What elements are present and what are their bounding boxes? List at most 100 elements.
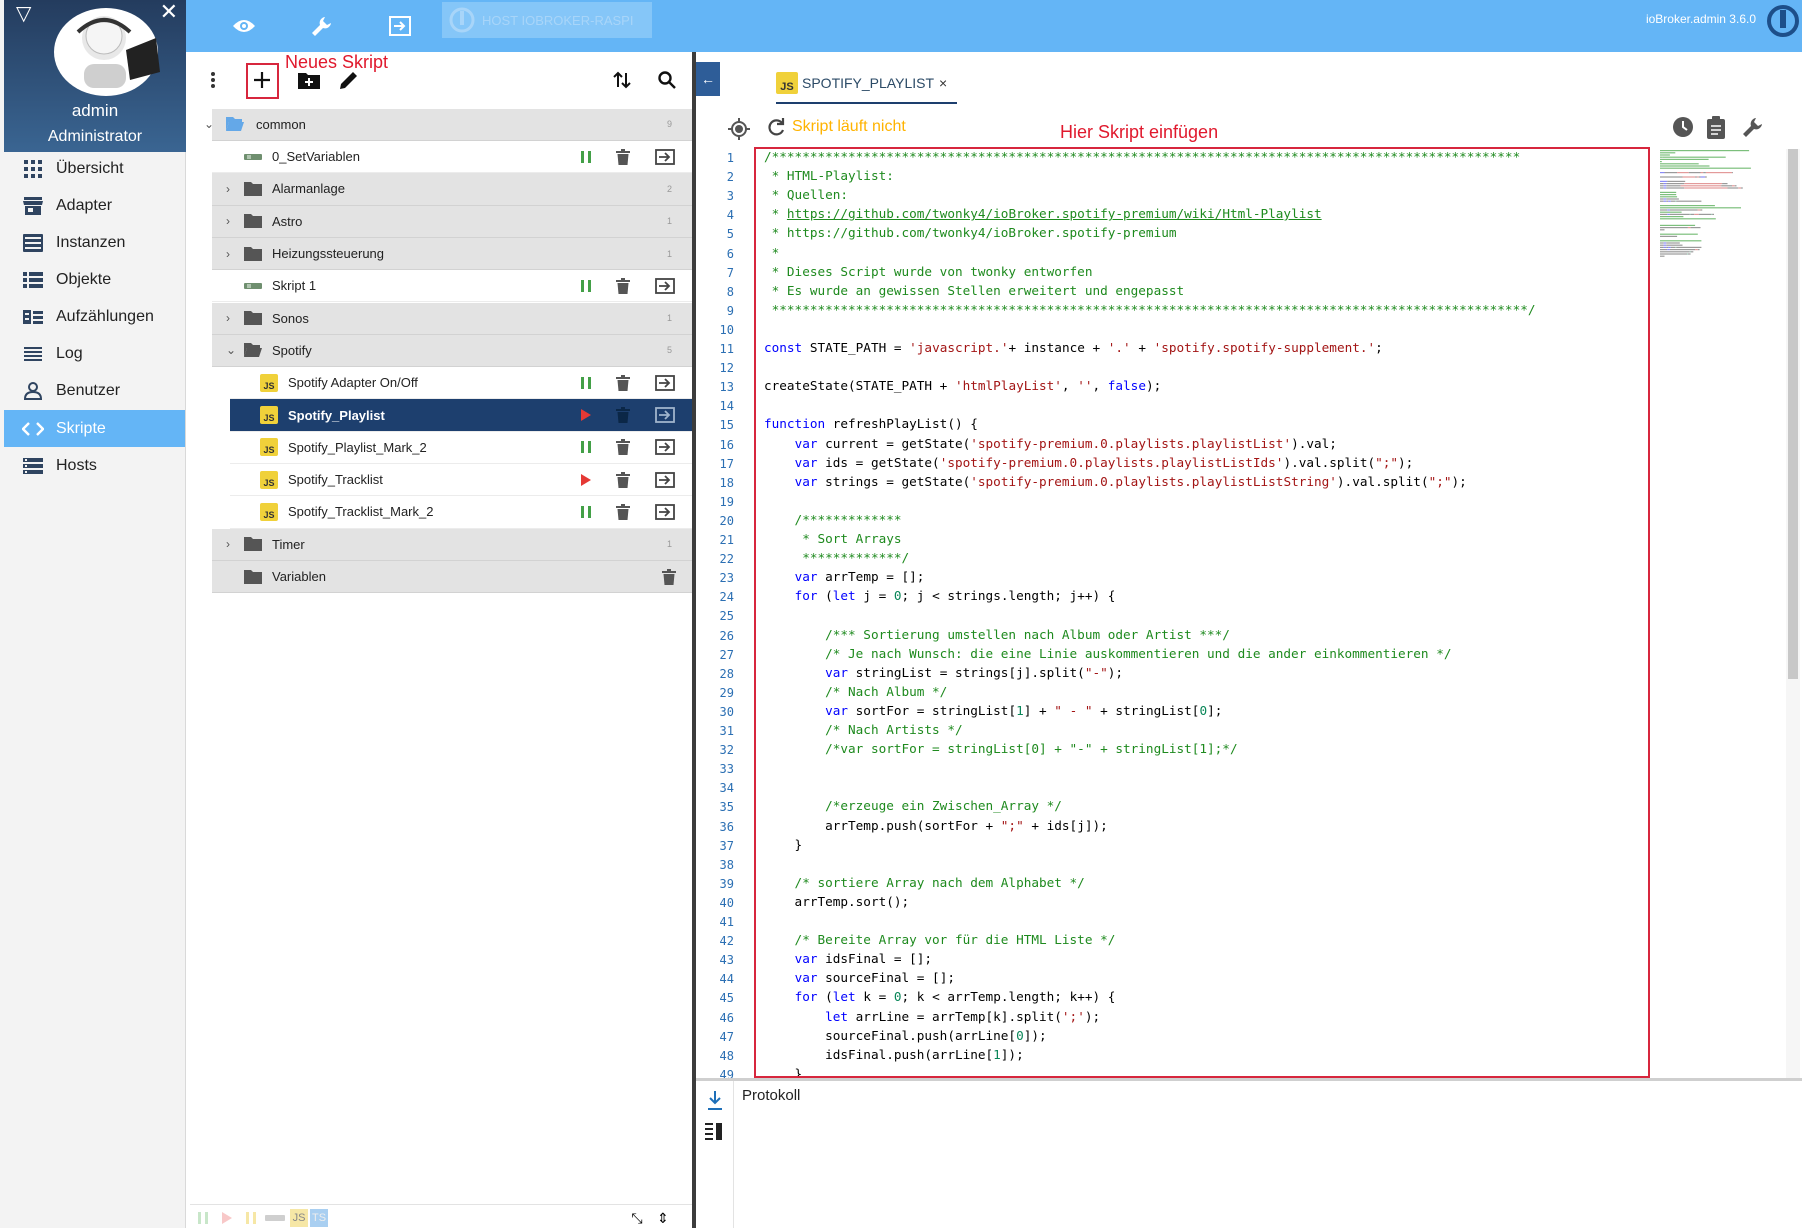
tree-script-spotify-tracklist-mark-2[interactable]: JS Spotify_Tracklist_Mark_2 — [230, 496, 692, 529]
tree-script-spotify-adapter-on-off[interactable]: JS Spotify Adapter On/Off — [230, 367, 692, 400]
chevron-down-icon[interactable]: ⌄ — [204, 117, 214, 131]
nav-item-instanzen[interactable]: Instanzen — [4, 224, 185, 261]
expand-all-icon[interactable]: ⇕ — [656, 1209, 670, 1227]
filter-running-icon[interactable] — [220, 1209, 234, 1227]
code-token: } — [764, 836, 803, 852]
chevron-right-icon[interactable]: › — [226, 182, 230, 196]
tree-folder-heizungssteuerung[interactable]: › Heizungssteuerung 1 — [212, 237, 692, 271]
nav-item-aufzaehlungen[interactable]: Aufzählungen — [4, 298, 185, 335]
menu-triangle-icon[interactable]: ▽ — [16, 4, 31, 24]
js-icon: JS — [260, 373, 278, 392]
export-icon[interactable] — [654, 372, 676, 394]
tree-folder-timer[interactable]: › Timer 1 — [212, 528, 692, 561]
minimap-line — [1700, 176, 1705, 178]
host-selector[interactable]: HOST IOBROKER-RASPI — [442, 2, 652, 38]
add-folder-button[interactable] — [294, 65, 324, 95]
minimap-line — [1660, 165, 1710, 167]
filter-paused-yellow-icon[interactable] — [244, 1209, 258, 1227]
chevron-down-icon[interactable]: ⌄ — [226, 343, 236, 357]
eye-icon[interactable] — [226, 8, 262, 44]
nav-label: Aufzählungen — [56, 307, 154, 325]
chevron-right-icon[interactable]: › — [226, 537, 230, 551]
collapse-tree-button[interactable]: ← — [696, 62, 720, 96]
delete-icon[interactable] — [658, 566, 680, 588]
delete-icon[interactable] — [612, 501, 634, 523]
minimap-line — [1660, 191, 1677, 193]
delete-icon[interactable] — [612, 436, 634, 458]
pause-icon[interactable] — [575, 146, 597, 168]
tree-script-spotify-tracklist[interactable]: JS Spotify_Tracklist — [230, 464, 692, 497]
tree-script-0-setvariablen[interactable]: 0_SetVariablen — [212, 141, 692, 174]
refresh-icon[interactable] — [766, 118, 786, 138]
more-vert-icon[interactable] — [198, 65, 228, 95]
tree-folder-common[interactable]: ⌄ common 9 — [204, 108, 692, 141]
export-icon[interactable] — [654, 501, 676, 523]
export-icon[interactable] — [654, 404, 676, 426]
filter-ts-badge[interactable]: TS — [310, 1209, 328, 1227]
tree-folder-spotify[interactable]: ⌄ Spotify 5 — [212, 334, 692, 368]
minimap-line — [1663, 246, 1667, 248]
chevron-right-icon[interactable]: › — [226, 214, 230, 228]
code-minimap[interactable] — [1656, 148, 1786, 358]
exit-icon[interactable] — [382, 8, 418, 44]
nav-item-log[interactable]: Log — [4, 335, 185, 372]
delete-icon[interactable] — [612, 146, 634, 168]
play-icon[interactable] — [575, 404, 597, 426]
close-icon[interactable]: × — [939, 75, 947, 91]
pause-icon[interactable] — [575, 436, 597, 458]
code-editor[interactable]: /***************************************… — [754, 147, 1650, 1078]
tree-label: Skript 1 — [272, 278, 317, 294]
minimap-line — [1660, 196, 1678, 198]
wrench-icon[interactable] — [1742, 116, 1764, 138]
wrench-icon[interactable] — [304, 8, 340, 44]
clock-icon[interactable] — [1672, 116, 1694, 138]
line-number: 22 — [719, 552, 734, 567]
editor-scrollbar[interactable] — [1786, 149, 1800, 1078]
delete-icon[interactable] — [612, 372, 634, 394]
export-icon[interactable] — [654, 275, 676, 297]
delete-icon[interactable] — [612, 404, 634, 426]
filter-js-badge[interactable]: JS — [290, 1209, 308, 1227]
play-icon[interactable] — [575, 469, 597, 491]
tree-folder-sonos[interactable]: › Sonos 1 — [212, 302, 692, 335]
nav-item-objekte[interactable]: Objekte — [4, 261, 185, 298]
chevron-right-icon[interactable]: › — [226, 311, 230, 325]
nav-item-benutzer[interactable]: Benutzer — [4, 372, 185, 409]
export-icon[interactable] — [654, 146, 676, 168]
minimap-line — [1722, 183, 1728, 185]
nav-item-uebersicht[interactable]: Übersicht — [4, 150, 185, 187]
log-lines-icon[interactable] — [705, 1121, 725, 1141]
nav-item-hosts[interactable]: Hosts — [4, 447, 185, 484]
tree-script-spotify-playlist[interactable]: JS Spotify_Playlist — [230, 399, 692, 432]
tree-folder-variablen[interactable]: Variablen — [212, 560, 692, 594]
tree-script-spotify-playlist-mark-2[interactable]: JS Spotify_Playlist_Mark_2 — [230, 432, 692, 464]
export-icon[interactable] — [654, 436, 676, 458]
tree-folder-alarmanlage[interactable]: › Alarmanlage 2 — [212, 173, 692, 206]
nav-item-skripte[interactable]: Skripte — [4, 410, 185, 447]
filter-paused-icon[interactable] — [196, 1209, 210, 1227]
close-icon[interactable]: ✕ — [160, 0, 178, 24]
export-icon[interactable] — [654, 469, 676, 491]
edit-pencil-icon[interactable] — [334, 65, 364, 95]
delete-icon[interactable] — [612, 275, 634, 297]
code-line: idsFinal.push(arrLine[1]); — [764, 1047, 1024, 1062]
tree-script-skript-1[interactable]: Skript 1 — [212, 270, 692, 303]
pause-icon[interactable] — [575, 372, 597, 394]
sort-icon[interactable] — [607, 65, 637, 95]
locate-icon[interactable] — [728, 118, 750, 140]
search-icon[interactable] — [652, 65, 682, 95]
tree-folder-astro[interactable]: › Astro 1 — [212, 205, 692, 238]
pause-icon[interactable] — [575, 275, 597, 297]
filter-blockly-icon[interactable] — [264, 1209, 286, 1227]
pause-icon[interactable] — [575, 501, 597, 523]
delete-icon[interactable] — [612, 469, 634, 491]
chevron-right-icon[interactable]: › — [226, 247, 230, 261]
code-token: arrTemp.push(sortFor + — [764, 817, 1001, 833]
line-number: 46 — [719, 1010, 734, 1025]
scroll-thumb[interactable] — [1788, 149, 1798, 679]
tab-spotify-playlist[interactable]: JS SPOTIFY_PLAYLIST × — [776, 64, 958, 104]
nav-item-adapter[interactable]: Adapter — [4, 187, 185, 224]
clipboard-icon[interactable] — [1706, 116, 1726, 140]
collapse-all-icon[interactable]: ⤡ — [630, 1209, 644, 1227]
scroll-down-icon[interactable] — [705, 1089, 725, 1110]
